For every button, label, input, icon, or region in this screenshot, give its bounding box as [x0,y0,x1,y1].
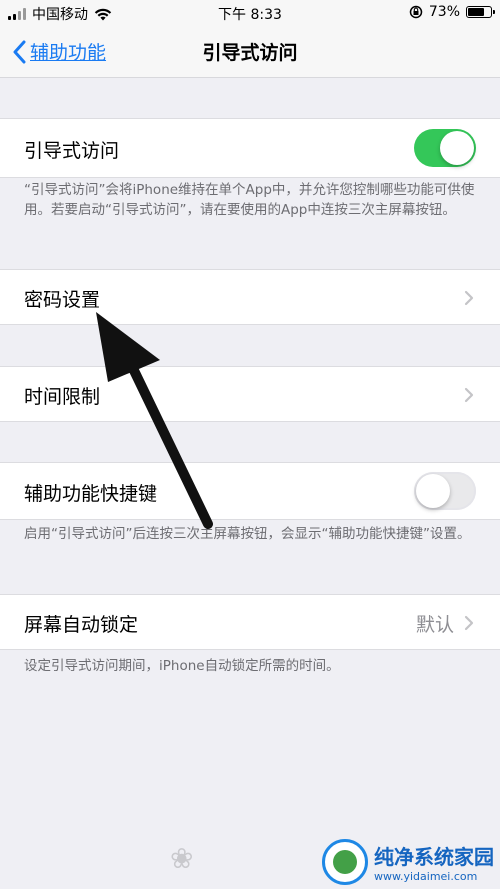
watermark-url: www.yidaimei.com [374,870,478,883]
watermark-title: 纯净系统家园 [374,845,494,869]
site-watermark: 纯净系统家园 www.yidaimei.com [322,839,494,885]
annotation-arrow [96,312,213,529]
paw-watermark-icon: ❀ [170,842,194,875]
site-logo-icon [322,839,368,885]
